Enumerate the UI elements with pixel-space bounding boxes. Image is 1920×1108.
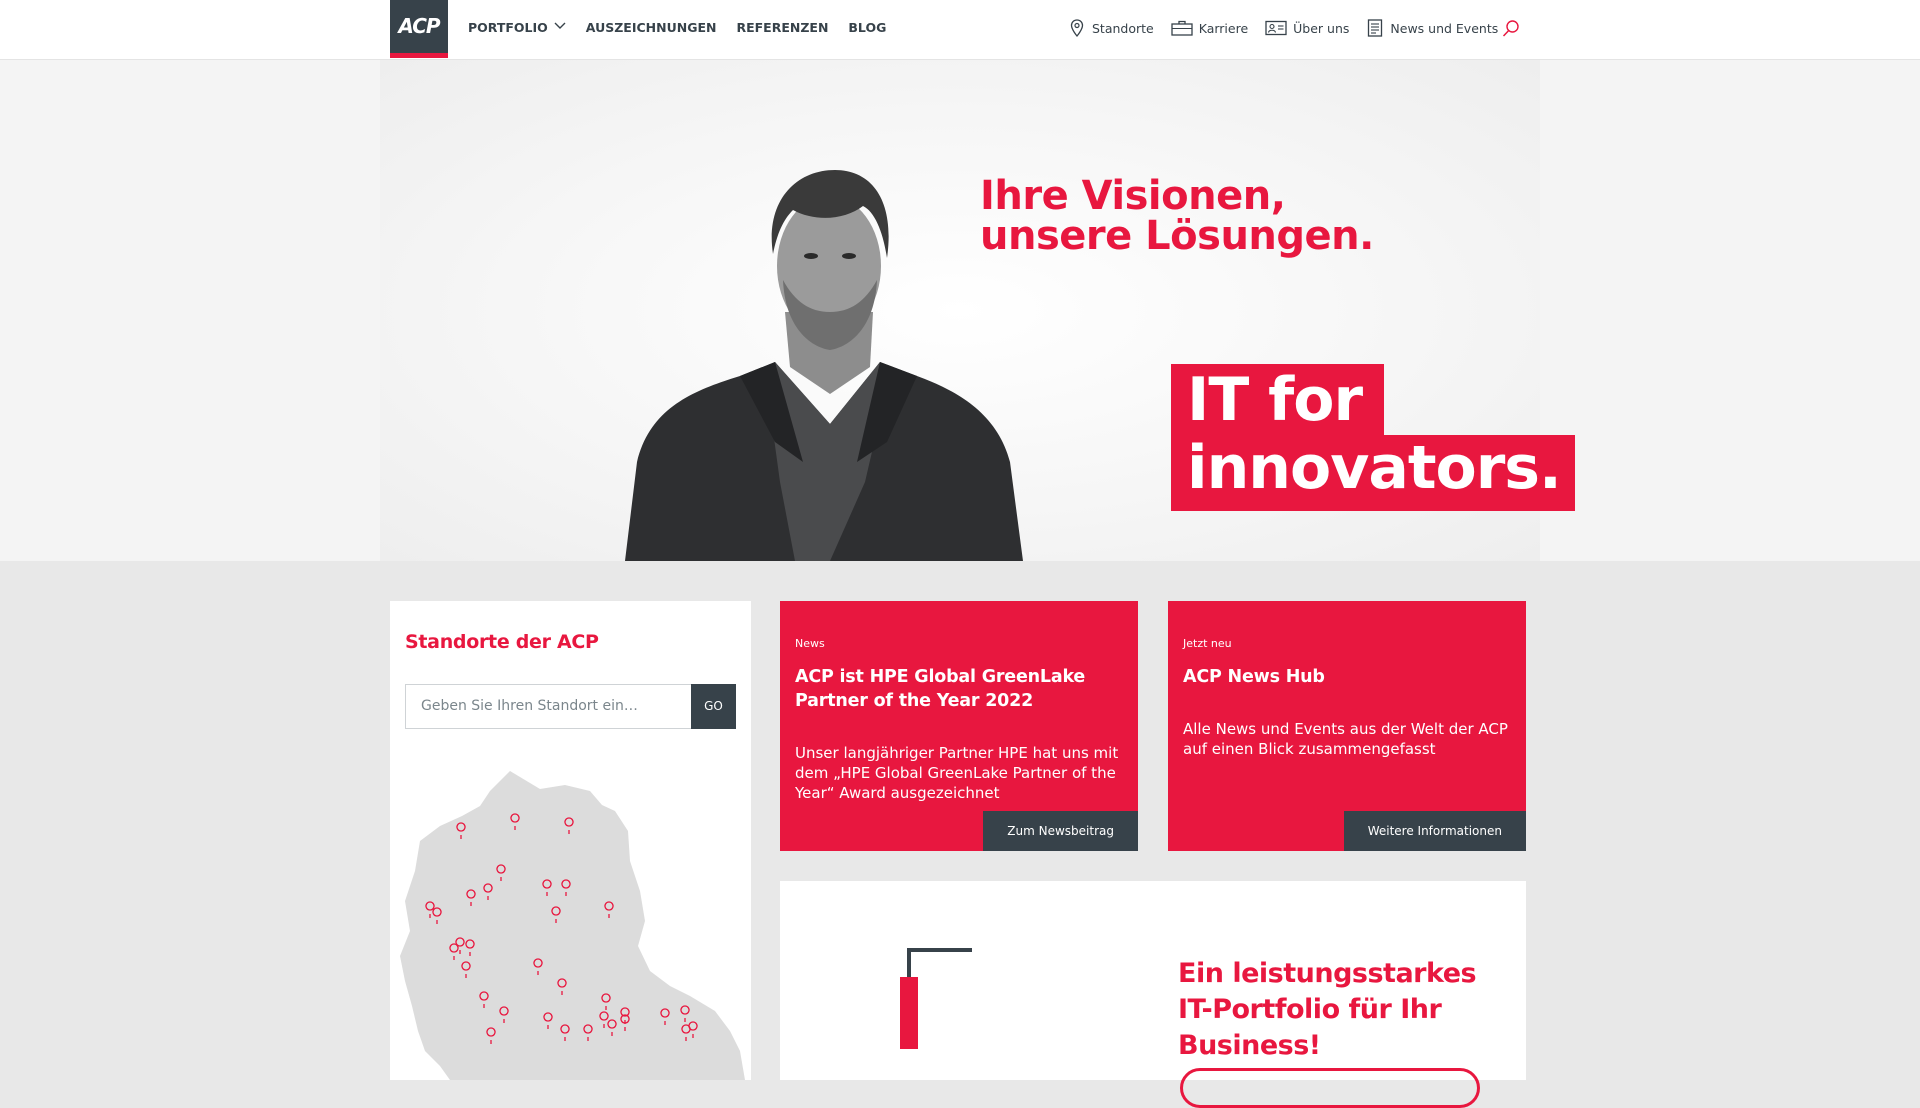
meta-karriere-label: Karriere [1198,20,1249,36]
meta-karriere[interactable]: Karriere [1171,19,1248,37]
portfolio-button[interactable] [1180,1068,1480,1108]
hero-banner: Ihre Visionen, unsere Lösungen. IT for i… [0,60,1920,561]
news-teaser-kicker: News [795,637,825,650]
germany-map-outline [400,771,745,1080]
news-hub-teaser-card: Jetzt neu ACP News Hub Alle News und Eve… [1168,601,1526,851]
germany-locations-map[interactable] [390,771,751,1080]
location-go-button[interactable]: GO [691,684,736,729]
search-icon[interactable] [1500,18,1522,40]
meta-ueber-uns[interactable]: Über uns [1265,19,1349,37]
news-teaser-card: News ACP ist HPE Global GreenLake Partne… [780,601,1138,851]
chevron-down-icon [554,22,566,33]
hero-headline: Ihre Visionen, unsere Lösungen. [980,176,1374,256]
meta-news-events-label: News und Events [1390,20,1499,36]
top-navigation-bar: ACP PORTFOLIO AUSZEICHNUNGEN REFERENZEN … [0,0,1920,60]
meta-navigation: Standorte Karriere Über uns News und Eve… [1068,19,1498,37]
more-info-button[interactable]: Weitere Informationen [1343,811,1526,851]
nav-portfolio[interactable]: PORTFOLIO [468,20,566,35]
nav-blog-label: BLOG [848,20,887,35]
portfolio-illustration [900,948,972,1049]
locations-card: Standorte der ACP Geben Sie Ihren Stando… [390,601,751,1080]
meta-standorte[interactable]: Standorte [1068,19,1154,37]
acp-logo[interactable]: ACP [390,0,448,58]
news-hub-text: Alle News und Events aus der Welt der AC… [1183,720,1508,758]
meta-ueber-uns-label: Über uns [1293,20,1350,36]
map-pin-icon [1068,19,1086,37]
portfolio-headline-line-1: Ein leistungsstarkes [1178,958,1477,989]
claim-line-2: innovators. [1171,435,1575,511]
main-navigation: PORTFOLIO AUSZEICHNUNGEN REFERENZEN BLOG [468,20,886,35]
news-hub-title: ACP News Hub [1183,667,1325,687]
briefcase-icon [1171,19,1193,37]
location-search-input[interactable]: Geben Sie Ihren Standort ein… [405,684,692,729]
hero-portrait-image [625,170,1023,561]
newspaper-icon [1366,19,1384,37]
nav-auszeichnungen[interactable]: AUSZEICHNUNGEN [586,20,717,35]
nav-blog[interactable]: BLOG [848,20,886,35]
locations-title: Standorte der ACP [405,631,599,653]
portfolio-headline-line-2: IT-Portfolio für Ihr Business! [1178,994,1442,1061]
news-article-button[interactable]: Zum Newsbeitrag [983,811,1138,851]
hero-headline-line-2: unsere Lösungen. [980,213,1374,259]
logo-text: ACP [398,14,440,38]
nav-auszeichnungen-label: AUSZEICHNUNGEN [585,20,717,35]
nav-referenzen-label: REFERENZEN [736,20,829,35]
hero-headline-line-1: Ihre Visionen, [980,173,1286,219]
meta-news-events[interactable]: News und Events [1366,19,1498,37]
news-teaser-text: Unser langjähriger Partner HPE hat uns m… [795,744,1119,802]
news-hub-kicker: Jetzt neu [1183,637,1232,650]
id-card-icon [1265,19,1287,37]
nav-portfolio-label: PORTFOLIO [468,20,548,35]
nav-referenzen[interactable]: REFERENZEN [736,20,828,35]
meta-standorte-label: Standorte [1092,20,1154,36]
news-teaser-title: ACP ist HPE Global GreenLake Partner of … [795,667,1086,711]
logo-accent-bar [390,53,448,58]
portfolio-card: Ein leistungsstarkes IT-Portfolio für Ih… [780,881,1526,1108]
portfolio-headline: Ein leistungsstarkes IT-Portfolio für Ih… [1178,956,1526,1064]
claim-line-1: IT for [1171,364,1385,436]
